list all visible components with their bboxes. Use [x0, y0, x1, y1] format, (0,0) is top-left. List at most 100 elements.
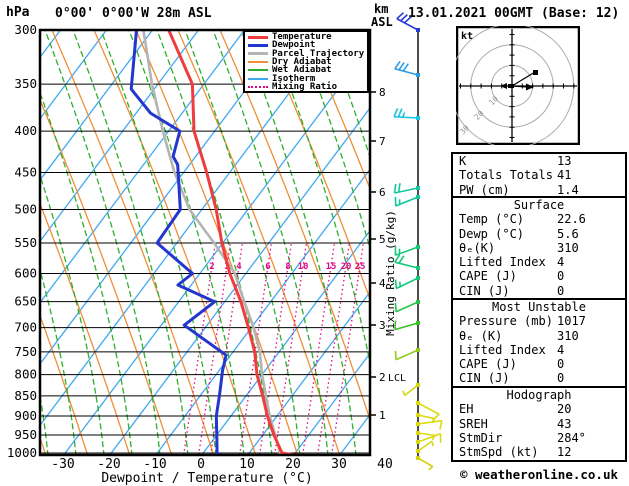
temperature-tick-label: 0 — [197, 457, 205, 472]
stat-label: θₑ(K) — [459, 240, 496, 255]
stat-value: 41 — [557, 168, 572, 183]
panel-indices: K 13 Totals Totals 41 PW (cm) 1.4 — [451, 152, 627, 198]
temperature-tick-label: 20 — [285, 457, 301, 472]
panel-hodograph-stats: Hodograph EH 20 SREH 43 StmDir 284° StmSpd … — [451, 386, 627, 462]
stat-row: StmDir 284° — [453, 431, 625, 445]
stats-panels: K 13 Totals Totals 41 PW (cm) 1.4 Surface T… — [451, 152, 627, 462]
pressure-tick-label: 800 — [14, 367, 37, 382]
pressure-tick-label: 600 — [14, 266, 37, 281]
km-tick-label: 2 — [379, 371, 386, 384]
stat-row: K 13 — [453, 154, 625, 168]
mixing-ratio-value-label: 25 — [355, 262, 366, 272]
mixing-ratio-value-label: 20 — [341, 262, 352, 272]
legend: Temperature Dewpoint Parcel Trajectory D… — [243, 30, 369, 93]
mixing-ratio-axis-title: Mixing Ratio (g/kg) — [384, 210, 397, 336]
mixing-ratio-value-label: 10 — [298, 262, 309, 272]
stat-value: 12 — [557, 445, 572, 460]
stat-label: Lifted Index — [459, 255, 546, 270]
panel-title: Hodograph — [506, 388, 572, 402]
temperature-tick-label: -10 — [143, 457, 166, 472]
km-tick-label: 1 — [379, 409, 386, 422]
pressure-tick-label: 400 — [14, 123, 37, 138]
skewt-sounding-app: hPa 0°00' 0°00'W 28m ASL km ASL 13.01.20… — [0, 0, 629, 486]
wet-adiabat-line-swatch — [248, 69, 268, 72]
pressure-tick-label: 650 — [14, 294, 37, 309]
stat-row: Lifted Index 4 — [453, 255, 625, 269]
stat-row: Lifted Index 4 — [453, 343, 625, 357]
stat-label: Totals Totals — [459, 168, 553, 183]
stat-row: StmSpd (kt) 12 — [453, 445, 625, 459]
stat-value: 4 — [557, 255, 565, 270]
barb-level-marker — [416, 116, 420, 120]
stat-value: 0 — [557, 283, 565, 298]
stat-label: CIN (J) — [459, 371, 510, 386]
stat-label: K — [459, 154, 467, 168]
stat-value: 20 — [557, 402, 572, 417]
pressure-tick-label: 700 — [14, 320, 37, 335]
stat-row: Totals Totals 41 — [453, 168, 625, 182]
barb-level-marker — [416, 276, 420, 280]
wet-adiabat-line — [437, 30, 450, 456]
stat-row: CAPE (J) 0 — [453, 269, 625, 283]
wind-barb — [416, 433, 442, 444]
barb-level-marker — [416, 413, 420, 417]
stat-row: PW (cm) 1.4 — [453, 183, 625, 197]
isotherm-line — [0, 30, 15, 456]
barb-level-marker — [416, 300, 420, 304]
wind-barb — [394, 320, 420, 331]
wind-barb — [416, 419, 443, 430]
barb-level-marker — [416, 401, 420, 405]
pressure-tick-label: 350 — [14, 76, 37, 91]
stat-label: PW (cm) — [459, 182, 510, 197]
barb-level-marker — [416, 422, 420, 426]
pressure-tick-label: 900 — [14, 408, 37, 423]
stat-row: Pressure (mb) 1017 — [453, 314, 625, 328]
wind-barb — [393, 183, 420, 194]
lcl-label: LCL — [388, 373, 406, 384]
temperature-tick-label: -30 — [51, 457, 74, 472]
mixing-ratio-value-label: 6 — [265, 262, 270, 272]
stat-value: 0 — [557, 357, 565, 372]
barb-level-marker — [416, 321, 420, 325]
stat-row: CAPE (J) 0 — [453, 357, 625, 371]
barb-level-marker — [416, 73, 420, 77]
temperature-tick-label: 40 — [377, 457, 393, 472]
barb-level-marker — [416, 449, 420, 453]
pressure-tick-label: 500 — [14, 201, 37, 216]
hodograph-unit-label: kt — [461, 31, 473, 42]
barb-level-marker — [416, 456, 420, 460]
wind-barb — [393, 108, 420, 120]
stat-row: θₑ(K) 310 — [453, 241, 625, 255]
panel-surface: Surface Temp (°C) 22.6 Dewp (°C) 5.6 θₑ(K)… — [451, 196, 627, 300]
stat-label: CAPE (J) — [459, 269, 517, 284]
wind-barb — [394, 254, 420, 270]
stat-value: 1.4 — [557, 182, 579, 197]
wind-barb — [394, 276, 420, 290]
barb-level-marker — [416, 348, 420, 352]
barb-level-marker — [416, 431, 420, 435]
mixing-ratio-value-label: 4 — [236, 262, 242, 272]
mixing-ratio-line — [317, 243, 350, 455]
mixing-ratio-value-label: 2 — [209, 262, 214, 272]
stat-row: CIN (J) 0 — [453, 284, 625, 298]
pressure-tick-label: 1000 — [7, 445, 37, 460]
barb-level-marker — [416, 195, 420, 199]
stat-label: CIN (J) — [459, 283, 510, 298]
stat-row: EH 20 — [453, 402, 625, 416]
km-tick-label: 7 — [379, 135, 386, 148]
wind-barb — [416, 456, 434, 471]
stat-value: 13 — [557, 154, 572, 168]
wind-barb — [394, 348, 420, 361]
stat-value: 0 — [557, 269, 565, 284]
stat-value: 284° — [557, 430, 586, 445]
stat-value: 43 — [557, 416, 572, 431]
temperature-tick-label: -20 — [97, 457, 120, 472]
stat-label: Dewp (°C) — [459, 226, 525, 241]
isotherm-line-swatch — [248, 77, 268, 80]
dry-adiabat-line-swatch — [248, 61, 268, 64]
mixing-ratio-line — [259, 243, 292, 455]
pressure-tick-label: 300 — [14, 22, 37, 37]
credit-watermark: © weatheronline.co.uk — [459, 467, 619, 482]
temperature-tick-label: 10 — [239, 457, 255, 472]
mixing-ratio-value-label: 15 — [326, 262, 337, 272]
